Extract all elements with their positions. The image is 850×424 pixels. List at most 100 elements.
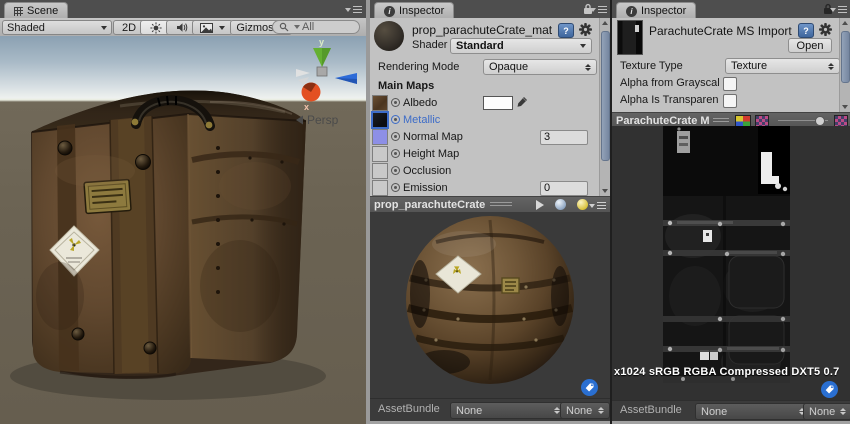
emission-label: Emission: [403, 182, 448, 194]
tab-scene[interactable]: Scene: [4, 2, 68, 19]
drag-handle-icon[interactable]: [490, 202, 512, 207]
scene-window-menu-icon[interactable]: [345, 6, 362, 13]
drag-handle-icon[interactable]: [713, 118, 729, 123]
preview-menu-icon[interactable]: [589, 202, 606, 209]
material-preview-header[interactable]: prop_parachuteCrate: [370, 196, 610, 213]
chevron-down-icon: [345, 8, 351, 12]
texture-target-icon[interactable]: [391, 98, 400, 107]
play-icon[interactable]: [536, 200, 544, 210]
gear-icon[interactable]: [579, 23, 592, 36]
rendering-mode-label: Rendering Mode: [378, 61, 459, 73]
assetbundle-variant-dropdown[interactable]: None: [560, 402, 610, 419]
inspector-scrollbar[interactable]: [599, 18, 610, 196]
alpha-is-transparency-checkbox[interactable]: [723, 94, 737, 108]
scene-toolbar: Shaded 2D: [0, 18, 366, 37]
inspector-window-menu-icon[interactable]: [590, 6, 607, 13]
normal-map-value-field[interactable]: 3: [540, 130, 588, 145]
normal-map-texture-thumbnail[interactable]: [372, 129, 388, 145]
gizmo-y-label[interactable]: y: [319, 37, 324, 47]
main-maps-header: Main Maps: [378, 80, 434, 92]
metallic-texture-thumbnail[interactable]: [372, 112, 388, 128]
help-icon[interactable]: ?: [798, 23, 814, 38]
tab-inspector-material[interactable]: i Inspector: [374, 2, 454, 19]
alpha-from-grayscale-checkbox[interactable]: [723, 77, 737, 91]
shader-value: Standard: [456, 40, 577, 52]
mip-slider-knob[interactable]: [815, 116, 825, 126]
chevron-down-icon: [830, 8, 836, 12]
scroll-up-icon[interactable]: [842, 21, 848, 25]
tag-icon: [821, 381, 838, 398]
texture-inspector-panel: i Inspector ParachuteCrate MS Import ?: [612, 0, 850, 424]
texture-import-title: ParachuteCrate MS Import: [649, 24, 792, 38]
alpha-from-grayscale-label: Alpha from Grayscal: [620, 77, 720, 89]
shader-dropdown[interactable]: Standard: [450, 38, 592, 54]
search-filter-label: All: [302, 21, 314, 33]
tab-inspector-texture[interactable]: i Inspector: [616, 2, 696, 19]
asset-labels-icon[interactable]: [821, 381, 838, 398]
texture-target-icon[interactable]: [391, 132, 400, 141]
inspector-window-menu-icon[interactable]: [830, 6, 847, 13]
info-icon: i: [384, 6, 395, 17]
texture-inspector-tabbar: i Inspector: [612, 0, 850, 19]
grid-icon: [14, 7, 23, 16]
texture-target-icon[interactable]: [391, 183, 400, 192]
height-map-label: Height Map: [403, 148, 459, 160]
gear-icon[interactable]: [819, 23, 832, 36]
texture-info-text: x1024 sRGB RGBA Compressed DXT5 0.7: [614, 366, 839, 378]
map-row-emission: Emission 0: [370, 180, 600, 197]
map-row-occlusion: Occlusion: [370, 163, 600, 180]
shading-mode-dropdown[interactable]: Shaded: [2, 20, 112, 35]
open-button-label: Open: [797, 40, 824, 52]
scroll-up-icon[interactable]: [602, 21, 608, 25]
assetbundle-dropdown[interactable]: None: [450, 402, 566, 419]
material-title: prop_parachuteCrate_mat: [412, 23, 552, 37]
help-icon[interactable]: ?: [558, 23, 574, 38]
rendering-mode-dropdown[interactable]: Opaque: [483, 59, 597, 75]
rendering-mode-value: Opaque: [489, 61, 582, 73]
texture-target-icon[interactable]: [391, 115, 400, 124]
scroll-down-icon[interactable]: [602, 189, 608, 193]
scene-viewport[interactable]: y x Persp: [0, 36, 366, 424]
preview-sphere-icon[interactable]: [555, 199, 566, 210]
open-button[interactable]: Open: [788, 38, 832, 53]
eyedropper-icon[interactable]: [516, 96, 528, 108]
assetbundle-variant-value: None: [566, 405, 595, 417]
preview-light-icon[interactable]: [577, 199, 588, 210]
shader-label: Shader: [412, 39, 447, 51]
scrollbar-thumb[interactable]: [601, 31, 610, 161]
crate-3d-object[interactable]: y x Persp: [0, 36, 366, 424]
material-properties: Rendering Mode Opaque Main Maps Albedo M…: [370, 56, 600, 196]
texture-target-icon[interactable]: [391, 166, 400, 175]
albedo-texture-thumbnail[interactable]: [372, 95, 388, 111]
occlusion-texture-thumbnail[interactable]: [372, 163, 388, 179]
assetbundle-dropdown[interactable]: None: [695, 403, 811, 420]
effects-dropdown-button[interactable]: [192, 20, 233, 35]
texture-preview-area[interactable]: x1024 sRGB RGBA Compressed DXT5 0.7: [612, 126, 850, 400]
texture-target-icon[interactable]: [391, 149, 400, 158]
gizmo-x-label[interactable]: x: [304, 102, 309, 112]
material-preview-area[interactable]: [370, 212, 610, 398]
texture-type-value: Texture: [731, 60, 825, 72]
assetbundle-value: None: [456, 405, 551, 417]
texture-type-dropdown[interactable]: Texture: [725, 58, 840, 74]
albedo-color-swatch[interactable]: [483, 96, 513, 110]
scrollbar-thumb[interactable]: [841, 31, 850, 83]
assetbundle-variant-value: None: [809, 406, 837, 418]
asset-labels-icon[interactable]: [581, 379, 598, 396]
assetbundle-variant-dropdown[interactable]: None: [803, 403, 850, 420]
scene-search-input[interactable]: All: [272, 20, 360, 34]
material-preview-sphere[interactable]: [406, 216, 574, 384]
preview-title: prop_parachuteCrate: [374, 199, 485, 211]
texture-thumb-highlight: [635, 25, 639, 32]
material-sphere-thumbnail[interactable]: [374, 21, 404, 51]
map-row-height: Height Map: [370, 146, 600, 163]
gizmo-projection-label[interactable]: Persp: [307, 113, 339, 127]
height-map-texture-thumbnail[interactable]: [372, 146, 388, 162]
texture-thumbnail[interactable]: [617, 20, 643, 55]
emission-texture-thumbnail[interactable]: [372, 180, 388, 196]
emission-value-field[interactable]: 0: [540, 181, 588, 196]
orientation-gizmo[interactable]: y x Persp: [296, 37, 357, 127]
inspector-scrollbar[interactable]: [839, 18, 850, 112]
chevron-down-icon: [589, 204, 595, 208]
scroll-down-icon[interactable]: [842, 105, 848, 109]
